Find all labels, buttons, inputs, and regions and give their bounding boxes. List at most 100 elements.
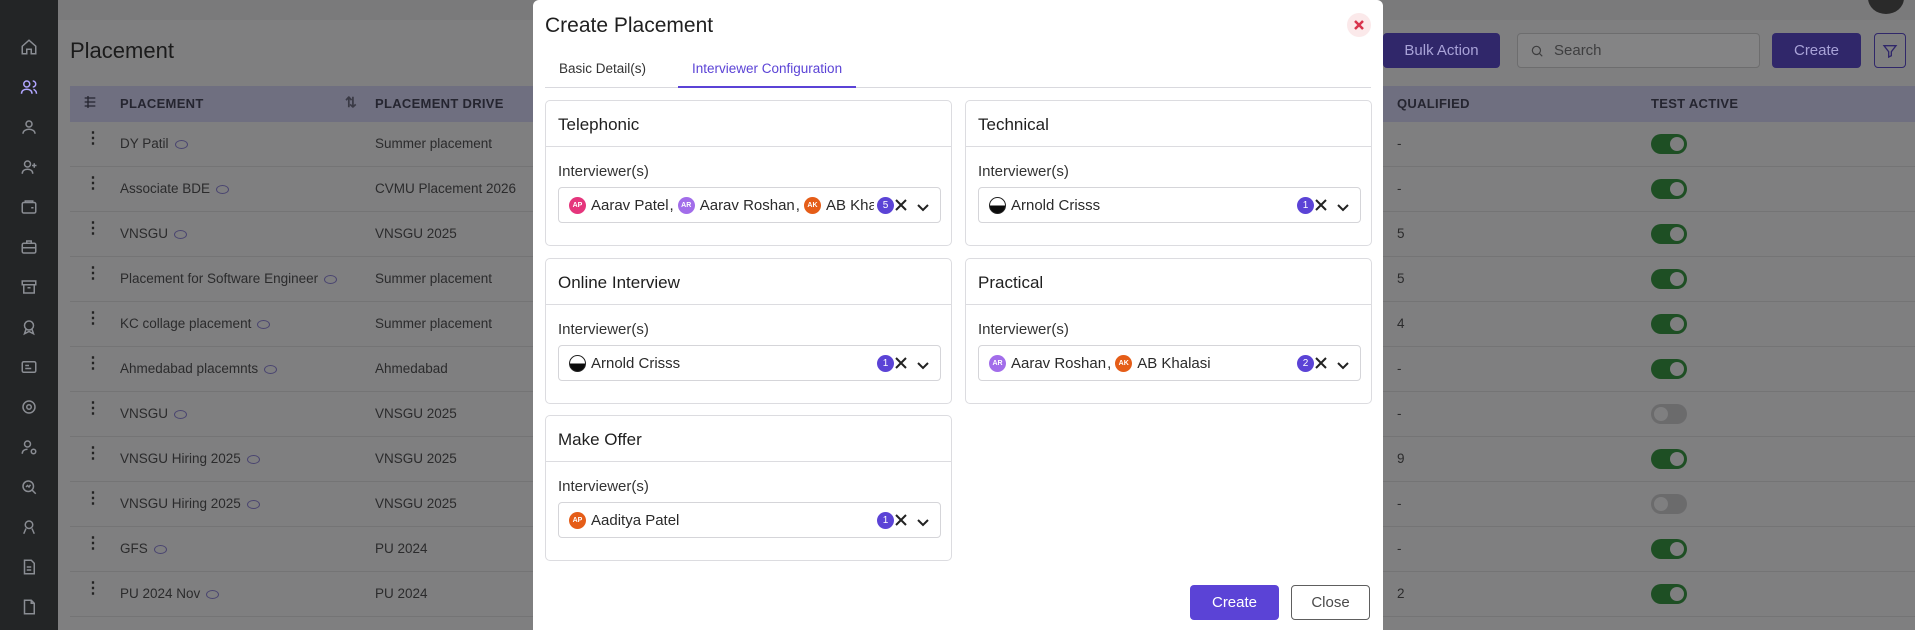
- card-practical: Practical Interviewer(s) AR Aarav Roshan, AK…: [965, 258, 1372, 404]
- interviewer-select[interactable]: AP Aaditya Patel 1: [558, 502, 941, 538]
- sort-icon[interactable]: ⇅: [345, 94, 357, 111]
- qualified-cell: -: [1397, 136, 1402, 151]
- row-menu-icon[interactable]: ⋮: [85, 491, 101, 507]
- placement-name[interactable]: Placement for Software Engineer: [120, 271, 318, 286]
- tab-basic-details[interactable]: Basic Detail(s): [545, 61, 660, 88]
- test-active-toggle[interactable]: [1651, 539, 1687, 559]
- placement-name[interactable]: GFS: [120, 541, 148, 556]
- avatar: AP: [569, 196, 586, 214]
- create-button[interactable]: Create: [1190, 585, 1279, 620]
- row-menu-icon[interactable]: ⋮: [85, 581, 101, 597]
- clear-icon[interactable]: [894, 356, 908, 370]
- modal-close-button[interactable]: [1347, 13, 1371, 37]
- eye-icon[interactable]: [216, 185, 230, 194]
- search-analytics-icon[interactable]: [0, 467, 58, 507]
- chevron-down-icon[interactable]: [1337, 358, 1349, 370]
- chevron-down-icon[interactable]: [917, 200, 929, 212]
- columns-icon[interactable]: [82, 94, 98, 113]
- eye-icon[interactable]: [206, 590, 220, 599]
- clear-icon[interactable]: [1314, 198, 1328, 212]
- test-active-toggle[interactable]: [1651, 494, 1687, 514]
- avatar: AR: [677, 196, 695, 214]
- row-menu-icon[interactable]: ⋮: [85, 356, 101, 372]
- document-icon[interactable]: [0, 547, 58, 587]
- award-icon[interactable]: [0, 507, 58, 547]
- briefcase-icon[interactable]: [0, 227, 58, 267]
- placement-name[interactable]: VNSGU Hiring 2025: [120, 496, 241, 511]
- eye-icon[interactable]: [257, 320, 271, 329]
- interviewer-select[interactable]: APAarav Patel,ARAarav Roshan,AKAB Khalas…: [558, 187, 941, 223]
- col-test-active[interactable]: TEST ACTIVE: [1651, 96, 1738, 111]
- row-menu-icon[interactable]: ⋮: [85, 221, 101, 237]
- row-menu-icon[interactable]: ⋮: [85, 536, 101, 552]
- test-active-toggle[interactable]: [1651, 359, 1687, 379]
- close-button[interactable]: Close: [1291, 585, 1370, 620]
- test-active-toggle[interactable]: [1651, 179, 1687, 199]
- placement-cell: VNSGU Hiring 2025: [120, 451, 260, 466]
- eye-icon[interactable]: [246, 455, 260, 464]
- placement-name[interactable]: VNSGU: [120, 406, 168, 421]
- test-active-toggle[interactable]: [1651, 584, 1687, 604]
- user-plus-icon[interactable]: [0, 147, 58, 187]
- id-card-icon[interactable]: [0, 347, 58, 387]
- test-active-toggle[interactable]: [1651, 449, 1687, 469]
- wallet-icon[interactable]: [0, 187, 58, 227]
- drive-cell: Ahmedabad: [375, 361, 448, 376]
- test-active-toggle[interactable]: [1651, 404, 1687, 424]
- eye-icon[interactable]: [264, 365, 278, 374]
- row-menu-icon[interactable]: ⋮: [85, 311, 101, 327]
- clear-icon[interactable]: [894, 198, 908, 212]
- interviewer-select[interactable]: Arnold Crisss 1: [558, 345, 941, 381]
- eye-icon[interactable]: [324, 275, 338, 284]
- bulk-action-button[interactable]: Bulk Action: [1383, 33, 1500, 68]
- clear-icon[interactable]: [1314, 356, 1328, 370]
- clear-icon[interactable]: [894, 513, 908, 527]
- row-menu-icon[interactable]: ⋮: [85, 446, 101, 462]
- interviewer-select[interactable]: Arnold Crisss 1: [978, 187, 1361, 223]
- placement-name[interactable]: DY Patil: [120, 136, 169, 151]
- placement-name[interactable]: VNSGU Hiring 2025: [120, 451, 241, 466]
- row-menu-icon[interactable]: ⋮: [85, 401, 101, 417]
- chevron-down-icon[interactable]: [917, 358, 929, 370]
- placement-name[interactable]: KC collage placement: [120, 316, 251, 331]
- create-page-button[interactable]: Create: [1772, 33, 1861, 68]
- test-active-toggle[interactable]: [1651, 269, 1687, 289]
- col-placement-drive[interactable]: PLACEMENT DRIVE: [375, 96, 504, 111]
- eye-icon[interactable]: [153, 545, 167, 554]
- archive-icon[interactable]: [0, 267, 58, 307]
- home-icon[interactable]: [0, 27, 58, 67]
- eye-icon[interactable]: [174, 230, 188, 239]
- user-settings-icon[interactable]: [0, 427, 58, 467]
- search-input[interactable]: Search: [1517, 33, 1760, 68]
- placement-cell: GFS: [120, 541, 167, 556]
- col-placement[interactable]: PLACEMENT: [120, 96, 204, 111]
- interviewer-select[interactable]: AR Aarav Roshan, AK AB Khalasi 2: [978, 345, 1361, 381]
- placement-name[interactable]: Associate BDE: [120, 181, 210, 196]
- tab-interviewer-configuration[interactable]: Interviewer Configuration: [678, 61, 857, 88]
- test-active-toggle[interactable]: [1651, 224, 1687, 244]
- chevron-down-icon[interactable]: [1337, 200, 1349, 212]
- filter-button[interactable]: [1874, 33, 1906, 68]
- test-active-toggle[interactable]: [1651, 134, 1687, 154]
- eye-icon[interactable]: [174, 410, 188, 419]
- users-icon[interactable]: [0, 67, 58, 107]
- selected-interviewer-chip: AR Aarav Roshan: [989, 354, 1106, 372]
- row-menu-icon[interactable]: ⋮: [85, 131, 101, 147]
- col-qualified[interactable]: QUALIFIED: [1397, 96, 1470, 111]
- placement-name[interactable]: PU 2024 Nov: [120, 586, 200, 601]
- placement-name[interactable]: VNSGU: [120, 226, 168, 241]
- support-icon[interactable]: [0, 387, 58, 427]
- file-icon[interactable]: [0, 587, 58, 627]
- card-title: Telephonic: [546, 101, 951, 147]
- drive-cell: VNSGU 2025: [375, 451, 457, 466]
- row-menu-icon[interactable]: ⋮: [85, 266, 101, 282]
- count-badge: 1: [877, 354, 894, 372]
- test-active-toggle[interactable]: [1651, 314, 1687, 334]
- badge-icon[interactable]: [0, 307, 58, 347]
- placement-name[interactable]: Ahmedabad placemnts: [120, 361, 258, 376]
- eye-icon[interactable]: [174, 140, 188, 149]
- user-icon[interactable]: [0, 107, 58, 147]
- row-menu-icon[interactable]: ⋮: [85, 176, 101, 192]
- chevron-down-icon[interactable]: [917, 515, 929, 527]
- eye-icon[interactable]: [246, 500, 260, 509]
